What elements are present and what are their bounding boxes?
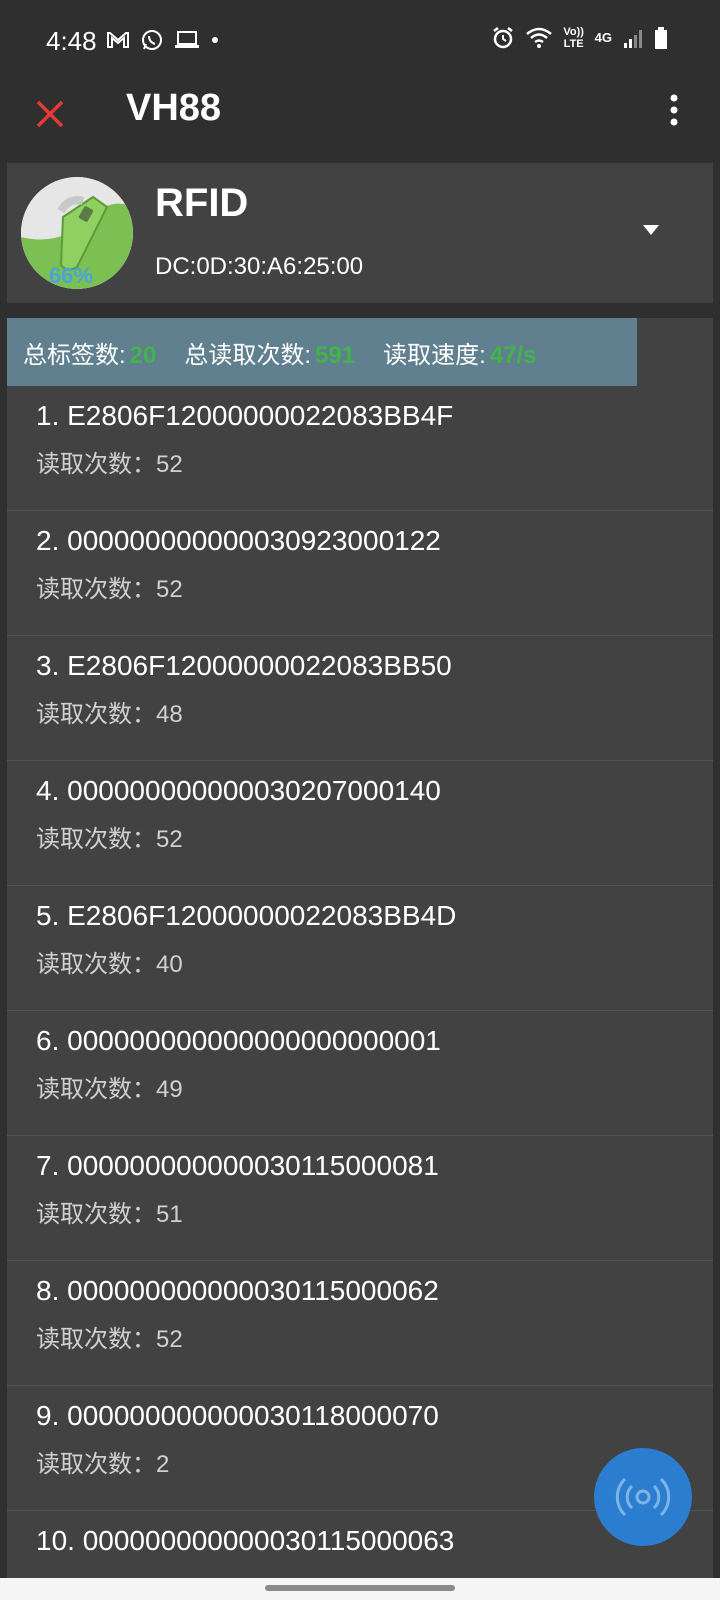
wifi-icon xyxy=(525,27,552,48)
tag-list-item[interactable]: 3. E2806F12000000022083BB50 读取次数：48 xyxy=(7,636,713,761)
signal-icon xyxy=(624,30,642,48)
status-left-icons xyxy=(106,28,220,52)
more-vert-icon xyxy=(670,94,678,126)
tag-list-item[interactable]: 2. 000000000000030923000122 读取次数：52 xyxy=(7,511,713,636)
device-battery-level: 66% xyxy=(49,263,94,288)
tag-read-count: 读取次数：52 xyxy=(36,451,183,478)
tag-read-count: 读取次数：52 xyxy=(36,576,183,603)
tag-epc: 1. E2806F12000000022083BB4F xyxy=(36,400,454,431)
stat-total-tags: 总标签数: 20 xyxy=(23,335,156,370)
tag-epc: 4. 000000000000030207000140 xyxy=(36,775,441,806)
gmail-icon xyxy=(107,32,129,48)
status-right-icons: Vo)) LTE 4G xyxy=(491,26,668,50)
tag-list-item[interactable]: 6. 000000000000000000000001 读取次数：49 xyxy=(7,1011,713,1136)
tag-epc: 7. 000000000000030115000081 xyxy=(36,1150,439,1181)
tag-epc: 8. 000000000000030115000062 xyxy=(36,1275,439,1306)
tag-read-count: 读取次数：40 xyxy=(36,951,183,978)
stat-total-tags-label: 总标签数: xyxy=(23,341,126,369)
tag-read-count: 读取次数：49 xyxy=(36,1076,183,1103)
tag-list-item[interactable]: 7. 000000000000030115000081 读取次数：51 xyxy=(7,1136,713,1261)
status-bar: 4:48 Vo)) LTE 4G xyxy=(0,0,720,80)
dropdown-arrow-icon xyxy=(643,225,659,235)
battery-icon xyxy=(655,27,667,49)
status-time: 4:48 xyxy=(46,26,97,56)
tag-list-item[interactable]: 5. E2806F12000000022083BB4D 读取次数：40 xyxy=(7,886,713,1011)
tag-list-panel[interactable]: 总标签数: 20 总读取次数: 591 读取速度: 47/s 1. E2806F120… xyxy=(7,318,713,1578)
tag-epc: 10. 000000000000030115000063 xyxy=(36,1525,455,1556)
tag-list-item[interactable]: 8. 000000000000030115000062 读取次数：52 xyxy=(7,1261,713,1386)
overflow-menu-button[interactable] xyxy=(664,90,684,130)
tag-epc: 9. 000000000000030118000070 xyxy=(36,1400,439,1431)
stat-read-speed-value: 47/s xyxy=(489,341,537,369)
scan-fab-button[interactable] xyxy=(594,1448,692,1546)
device-avatar: 66% xyxy=(21,177,133,289)
system-nav-bar xyxy=(0,1578,720,1600)
device-dropdown-button[interactable] xyxy=(641,223,661,237)
tag-list-item[interactable]: 1. E2806F12000000022083BB4F 读取次数：52 xyxy=(7,386,713,511)
tag-read-count: 读取次数：48 xyxy=(36,701,183,728)
device-mac-address: DC:0D:30:A6:25:00 xyxy=(155,253,364,280)
close-icon xyxy=(36,100,64,128)
tag-list-item[interactable]: 4. 000000000000030207000140 读取次数：52 xyxy=(7,761,713,886)
tag-read-count: 读取次数：51 xyxy=(36,1201,183,1228)
stat-read-speed-label: 读取速度: xyxy=(383,341,486,369)
stat-total-reads: 总读取次数: 591 xyxy=(184,335,355,370)
close-button[interactable] xyxy=(30,94,70,134)
stat-total-reads-value: 591 xyxy=(315,341,356,369)
stats-bar: 总标签数: 20 总读取次数: 591 读取速度: 47/s xyxy=(7,318,637,386)
4g-icon: 4G xyxy=(594,30,612,45)
tag-epc: 2. 000000000000030923000122 xyxy=(36,525,441,556)
dot-icon xyxy=(212,37,218,43)
tag-epc: 5. E2806F12000000022083BB4D xyxy=(36,900,457,931)
tag-epc: 3. E2806F12000000022083BB50 xyxy=(36,650,452,681)
tag-read-count: 读取次数：52 xyxy=(36,826,183,853)
page-title: VH88 xyxy=(126,87,222,129)
tag-read-count: 读取次数：52 xyxy=(36,1326,183,1353)
device-card[interactable]: 66% RFID DC:0D:30:A6:25:00 xyxy=(7,163,713,303)
stat-read-speed: 读取速度: 47/s xyxy=(383,335,536,370)
volte-icon: Vo)) LTE xyxy=(563,26,584,50)
rfid-signal-icon xyxy=(615,1477,671,1517)
tag-epc: 6. 000000000000000000000001 xyxy=(36,1025,441,1056)
laptop-icon xyxy=(175,31,199,48)
alarm-icon xyxy=(492,27,513,49)
home-gesture-handle[interactable] xyxy=(265,1585,455,1591)
device-name: RFID xyxy=(155,181,249,225)
stat-total-tags-value: 20 xyxy=(129,341,157,369)
whatsapp-icon xyxy=(142,30,162,50)
stat-total-reads-label: 总读取次数: xyxy=(184,341,312,369)
tag-read-count: 读取次数：2 xyxy=(36,1451,170,1478)
